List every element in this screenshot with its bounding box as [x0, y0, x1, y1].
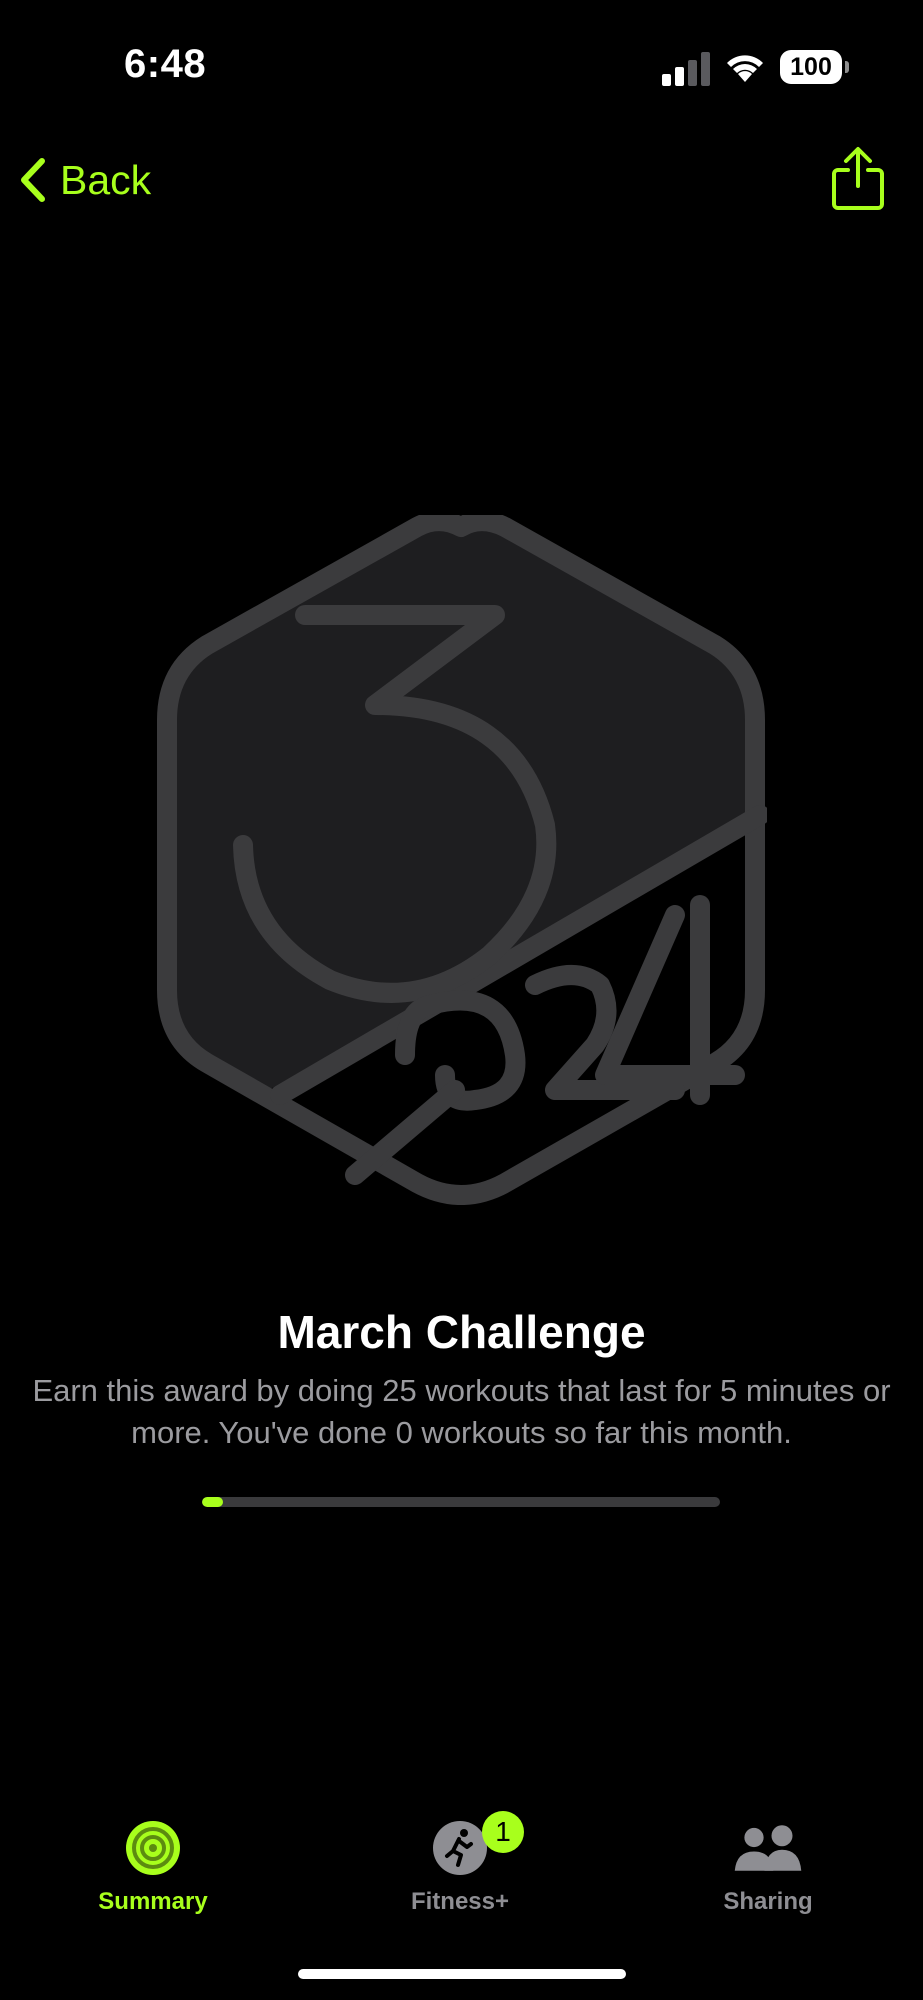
- activity-rings-icon: [126, 1821, 180, 1875]
- back-label: Back: [60, 156, 152, 203]
- navigation-bar: Back: [0, 130, 923, 220]
- award-description: Earn this award by doing 25 workouts tha…: [32, 1373, 891, 1450]
- award-title: March Challenge: [277, 1306, 646, 1358]
- chevron-left-icon: [21, 158, 45, 202]
- cellular-signal-icon: [662, 52, 710, 86]
- award-progress-bar: [202, 1497, 720, 1507]
- tab-sharing-label: Sharing: [723, 1888, 813, 1915]
- tab-fitness-plus-label: Fitness+: [410, 1888, 510, 1915]
- tab-fitness-plus[interactable]: Fitness+: [360, 1818, 560, 1928]
- tab-summary-label: Summary: [98, 1888, 208, 1915]
- notification-badge: 1: [482, 1811, 524, 1853]
- share-icon[interactable]: [830, 146, 886, 212]
- battery-level: 100: [790, 52, 832, 81]
- award-progress-fill: [202, 1497, 223, 1507]
- home-indicator: [298, 1969, 626, 1979]
- tab-sharing[interactable]: Sharing: [668, 1818, 868, 1928]
- wifi-icon: [727, 55, 763, 82]
- status-time: 6:48: [124, 42, 207, 86]
- battery-cap: [845, 61, 849, 73]
- people-icon: [734, 1825, 802, 1871]
- award-badge-icon: [155, 511, 770, 1205]
- back-button[interactable]: Back: [18, 150, 151, 210]
- tab-summary[interactable]: Summary: [53, 1818, 253, 1928]
- battery-icon: 100: [780, 50, 842, 84]
- status-bar: 6:48 100: [0, 0, 923, 120]
